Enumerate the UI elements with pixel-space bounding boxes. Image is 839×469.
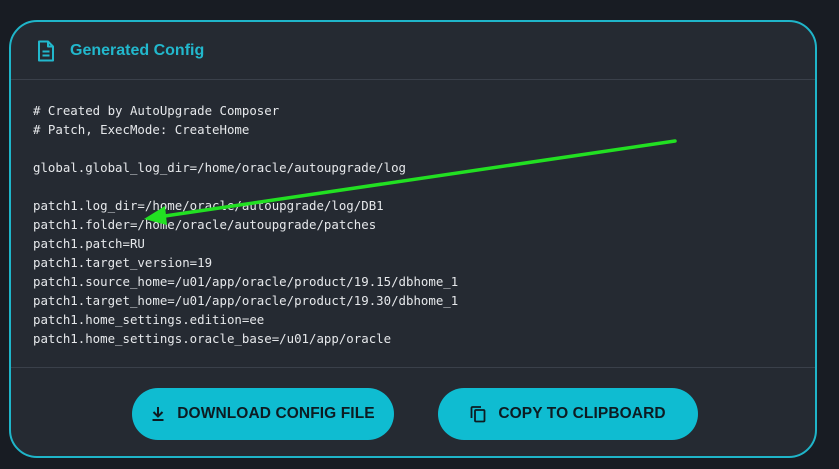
config-line: patch1.source_home=/u01/app/oracle/produ… <box>33 274 459 289</box>
download-config-button[interactable]: DOWNLOAD CONFIG FILE <box>132 388 394 440</box>
config-line: # Patch, ExecMode: CreateHome <box>33 122 250 137</box>
config-line: patch1.target_home=/u01/app/oracle/produ… <box>33 293 459 308</box>
copy-to-clipboard-button[interactable]: COPY TO CLIPBOARD <box>438 388 698 440</box>
copy-icon <box>470 406 486 423</box>
config-line: # Created by AutoUpgrade Composer <box>33 103 280 118</box>
config-line: patch1.target_version=19 <box>33 255 213 270</box>
card-title: Generated Config <box>70 42 205 59</box>
config-line: patch1.patch=RU <box>33 236 145 251</box>
config-line: patch1.folder=/home/oracle/autoupgrade/p… <box>33 217 377 232</box>
card-header: Generated Config <box>11 22 815 80</box>
config-code-block[interactable]: # Created by AutoUpgrade Composer # Patc… <box>11 80 815 368</box>
config-line: patch1.log_dir=/home/oracle/autoupgrade/… <box>33 198 384 213</box>
document-icon <box>38 40 54 62</box>
page: Generated Config # Created by AutoUpgrad… <box>0 0 839 469</box>
config-line <box>33 139 458 158</box>
generated-config-card: Generated Config # Created by AutoUpgrad… <box>9 20 817 458</box>
config-line: global.global_log_dir=/home/oracle/autou… <box>33 160 406 175</box>
download-icon <box>152 407 164 421</box>
config-line: patch1.home_settings.edition=ee <box>33 312 265 327</box>
config-line: patch1.home_settings.oracle_base=/u01/ap… <box>33 331 392 346</box>
config-lines: # Created by AutoUpgrade Composer # Patc… <box>33 101 458 348</box>
config-line <box>33 177 458 196</box>
action-bar: DOWNLOAD CONFIG FILE COPY TO CLIPBOARD <box>11 368 815 456</box>
download-button-label: DOWNLOAD CONFIG FILE <box>177 405 375 422</box>
copy-button-label: COPY TO CLIPBOARD <box>498 405 666 422</box>
